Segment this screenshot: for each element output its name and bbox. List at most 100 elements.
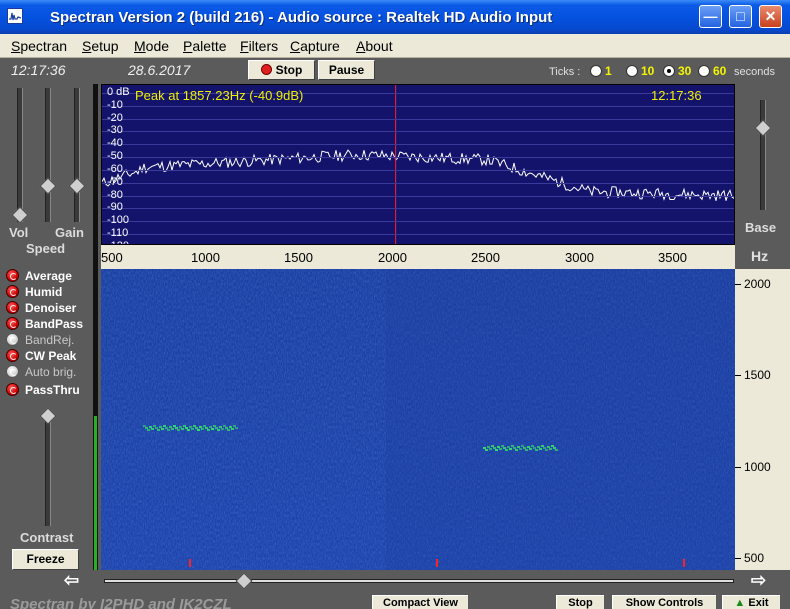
maximize-button[interactable]: □: [729, 5, 752, 28]
gain-slider-track[interactable]: [74, 88, 80, 222]
db-tick-label: -50: [107, 150, 123, 162]
waterfall-signal: [207, 429, 210, 431]
vu-meter-level: [94, 416, 97, 570]
toggle-off-icon: [6, 333, 19, 346]
close-button[interactable]: ✕: [759, 5, 782, 28]
waterfall-signal: [521, 445, 524, 447]
waterfall-signal: [531, 445, 534, 447]
exit-button[interactable]: ▲ Exit: [722, 595, 780, 609]
option-passthru[interactable]: PassThru: [6, 383, 80, 399]
waterfall-signal: [547, 446, 550, 448]
time-tick-mark: [683, 559, 685, 567]
grid-line: [102, 170, 734, 171]
contrast-label: Contrast: [20, 530, 74, 545]
option-average[interactable]: Average: [6, 269, 72, 285]
frequency-axis: 500 1000 1500 2000 2500 3000 3500: [101, 245, 735, 269]
waterfall-signal: [233, 425, 236, 427]
pause-button[interactable]: Pause: [318, 60, 375, 80]
contrast-slider-track[interactable]: [45, 410, 51, 526]
radio-icon: [626, 65, 638, 77]
scroll-left-icon[interactable]: ⇦: [64, 570, 79, 591]
horizontal-scrollbar[interactable]: [104, 579, 734, 583]
db-tick-label: -60: [107, 163, 123, 175]
maximize-icon: □: [736, 8, 745, 24]
contrast-slider-thumb[interactable]: [39, 407, 57, 425]
tick-option-30[interactable]: 30: [663, 64, 691, 78]
waterfall-signal: [157, 429, 160, 431]
base-slider-track[interactable]: [760, 100, 766, 210]
gain-slider-thumb[interactable]: [68, 177, 86, 195]
waterfall-signal: [151, 428, 154, 430]
base-slider-thumb[interactable]: [754, 119, 772, 137]
frequency-tick-label: 3500: [658, 250, 687, 265]
option-bandrej[interactable]: BandRej.: [6, 333, 74, 349]
waterfall-signal: [147, 429, 150, 431]
waterfall-signal: [497, 446, 500, 448]
waterfall-signal: [165, 427, 168, 429]
waterfall-display[interactable]: [101, 269, 735, 570]
tick-option-1[interactable]: 1: [590, 64, 612, 78]
scroll-right-icon[interactable]: ⇨: [751, 570, 766, 591]
waterfall-signal: [523, 447, 526, 449]
spectrum-time: 12:17:36: [651, 88, 702, 103]
option-humid[interactable]: Humid: [6, 285, 62, 301]
waterfall-signal: [183, 425, 186, 427]
option-denoiser[interactable]: Denoiser: [6, 301, 76, 317]
menu-palette[interactable]: Palette: [183, 38, 227, 54]
compact-view-button[interactable]: Compact View: [372, 595, 468, 609]
waterfall-signal: [187, 429, 190, 431]
freeze-button[interactable]: Freeze: [12, 549, 79, 570]
waterfall-signal: [519, 448, 522, 450]
time-tick-mark: [436, 559, 438, 567]
waterfall-signal: [175, 427, 178, 429]
option-bandpass[interactable]: BandPass: [6, 317, 83, 333]
minimize-icon: —: [703, 8, 718, 24]
speed-slider-thumb[interactable]: [39, 177, 57, 195]
waterfall-signal: [555, 449, 558, 451]
waterfall-signal: [549, 448, 552, 450]
waterfall-signal: [191, 428, 194, 430]
menu-spectran[interactable]: Spectran: [11, 38, 67, 54]
waterfall-signal: [551, 445, 554, 447]
waterfall-signal: [485, 449, 488, 451]
waterfall-signal: [515, 449, 518, 451]
menu-capture[interactable]: Capture: [290, 38, 340, 54]
menu-filters[interactable]: Filters: [240, 38, 278, 54]
speed-slider-track[interactable]: [45, 88, 51, 222]
db-tick-label: -100: [107, 214, 130, 226]
waterfall-signal: [489, 448, 492, 450]
menu-mode[interactable]: Mode: [134, 38, 169, 54]
grid-line: [102, 106, 734, 107]
grid-line: [102, 196, 734, 197]
vol-label: Vol: [9, 225, 29, 240]
waterfall-signal: [211, 428, 214, 430]
waterfall-signal: [511, 445, 514, 447]
waterfall-signal: [143, 425, 146, 427]
spectrum-display[interactable]: 0 dB-10-20-30-40-50-60-70-80-90-100-110-…: [101, 84, 735, 245]
waterfall-signal: [495, 449, 498, 451]
tick-option-10[interactable]: 10: [626, 64, 654, 78]
show-controls-button[interactable]: Show Controls: [612, 595, 716, 609]
waterfall-signal: [197, 429, 200, 431]
waterfall-signal: [227, 429, 230, 431]
waterfall-signal: [203, 425, 206, 427]
option-cw-peak[interactable]: CW Peak: [6, 349, 76, 365]
tick-option-60[interactable]: 60: [698, 64, 726, 78]
menu-setup[interactable]: Setup: [82, 38, 119, 54]
vol-slider-track[interactable]: [17, 88, 23, 222]
minimize-button[interactable]: —: [699, 5, 722, 28]
main-panel: 12:17:36 28.6.2017 Stop Pause Ticks : 1 …: [0, 58, 790, 609]
waterfall-signal: [223, 425, 226, 427]
waterfall-signal: [541, 445, 544, 447]
option-auto-brig[interactable]: Auto brig.: [6, 365, 76, 381]
waterfall-signal: [199, 426, 202, 428]
clock-date: 28.6.2017: [128, 62, 191, 78]
grid-line: [102, 131, 734, 132]
menu-about[interactable]: About: [356, 38, 393, 54]
toggle-on-icon: [6, 301, 19, 314]
radio-icon: [590, 65, 602, 77]
stop-button[interactable]: Stop: [248, 60, 315, 80]
footer-stop-button[interactable]: Stop: [556, 595, 604, 609]
horizontal-scroll-thumb[interactable]: [235, 572, 253, 590]
vol-slider-thumb[interactable]: [11, 206, 29, 224]
